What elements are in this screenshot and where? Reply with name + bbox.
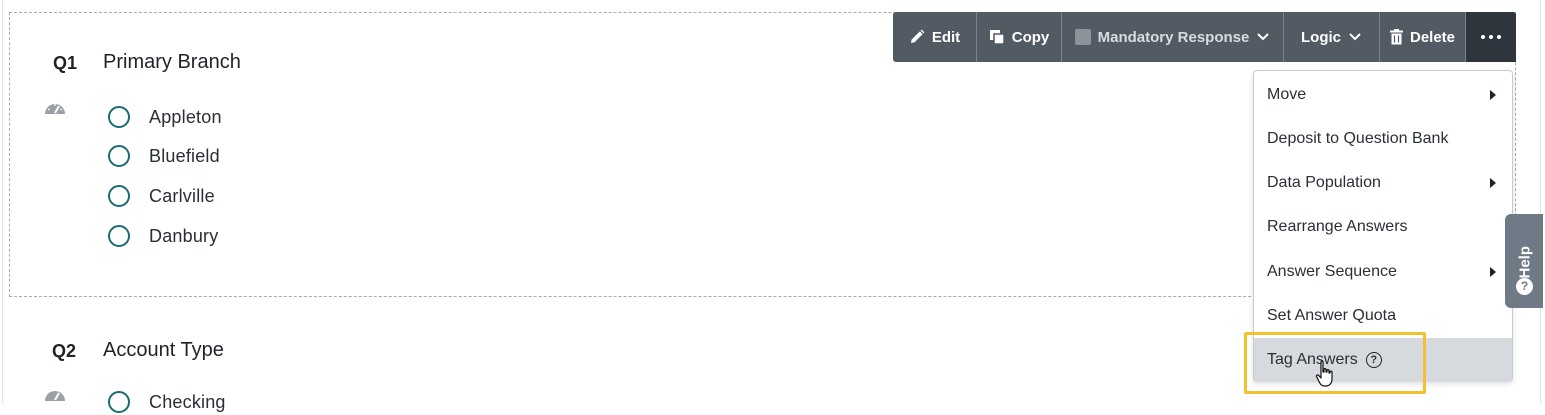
menu-item-label: Deposit to Question Bank: [1267, 130, 1449, 147]
logic-label: Logic: [1301, 28, 1341, 46]
page-left-border: [2, 0, 3, 404]
menu-item-rearrange-answers[interactable]: Rearrange Answers: [1254, 205, 1512, 249]
menu-item-label: Move: [1267, 86, 1307, 103]
question-icon: ?: [1516, 278, 1533, 295]
edit-button[interactable]: Edit: [893, 12, 977, 62]
gauge-icon[interactable]: [44, 388, 66, 402]
answer-option[interactable]: Bluefield: [108, 143, 220, 169]
radio-button[interactable]: [108, 185, 130, 207]
answer-label: Bluefield: [149, 145, 220, 166]
hand-cursor-icon: [1315, 360, 1333, 387]
edit-label: Edit: [931, 28, 961, 46]
menu-item-label: Tag Answers: [1267, 351, 1358, 368]
logic-dropdown[interactable]: Logic: [1284, 12, 1380, 62]
mandatory-checkbox[interactable]: [1074, 29, 1091, 45]
gauge-icon[interactable]: [44, 101, 66, 115]
menu-item-data-population[interactable]: Data Population: [1254, 161, 1512, 205]
radio-button[interactable]: [108, 145, 130, 167]
copy-label: Copy: [1011, 28, 1050, 46]
answer-label: Checking: [149, 391, 226, 412]
help-label: Help: [1516, 245, 1534, 279]
more-options-menu: Move Deposit to Question Bank Data Popul…: [1253, 70, 1513, 382]
page-right-border: [1540, 0, 1541, 404]
delete-label: Delete: [1409, 28, 1456, 46]
mandatory-label: Mandatory Response: [1097, 28, 1250, 46]
copy-button[interactable]: Copy: [977, 12, 1062, 62]
radio-button[interactable]: [108, 225, 130, 247]
help-tab[interactable]: Help ?: [1505, 214, 1543, 308]
mandatory-response-dropdown[interactable]: Mandatory Response: [1062, 12, 1284, 62]
menu-item-deposit-to-question-bank[interactable]: Deposit to Question Bank: [1254, 117, 1512, 161]
answer-option[interactable]: Appleton: [108, 104, 222, 130]
menu-item-label: Rearrange Answers: [1267, 218, 1408, 235]
radio-button[interactable]: [108, 106, 130, 128]
question-title[interactable]: Account Type: [103, 339, 224, 362]
question-number: Q1: [53, 53, 78, 73]
submenu-arrow-icon: [1490, 267, 1496, 277]
pencil-icon: [910, 29, 925, 43]
answer-label: Danbury: [149, 225, 219, 246]
answer-label: Carlville: [149, 185, 215, 206]
ellipsis-icon: [1481, 35, 1501, 39]
radio-button[interactable]: [108, 391, 130, 413]
menu-item-answer-sequence[interactable]: Answer Sequence: [1254, 250, 1512, 294]
answer-option[interactable]: Checking: [108, 389, 226, 415]
menu-item-label: Set Answer Quota: [1267, 307, 1396, 324]
answer-option[interactable]: Danbury: [108, 223, 218, 249]
chevron-down-icon: [1349, 33, 1361, 41]
submenu-arrow-icon: [1490, 178, 1496, 188]
answer-label: Appleton: [149, 106, 222, 127]
menu-item-label: Data Population: [1267, 174, 1381, 191]
question-number: Q2: [52, 341, 77, 361]
trash-icon: [1389, 29, 1403, 45]
menu-item-tag-answers[interactable]: Tag Answers ?: [1254, 338, 1512, 382]
question-toolbar: Edit Copy Mandatory Response Logic Delet…: [893, 12, 1516, 62]
menu-item-move[interactable]: Move: [1254, 73, 1512, 117]
delete-button[interactable]: Delete: [1380, 12, 1466, 62]
question-circle-icon[interactable]: ?: [1365, 352, 1382, 368]
submenu-arrow-icon: [1490, 90, 1496, 100]
chevron-down-icon: [1257, 33, 1270, 41]
answer-option[interactable]: Carlville: [108, 183, 215, 209]
menu-item-label: Answer Sequence: [1267, 263, 1397, 280]
question-title[interactable]: Primary Branch: [103, 51, 241, 74]
more-options-button[interactable]: [1466, 12, 1516, 62]
menu-item-set-answer-quota[interactable]: Set Answer Quota: [1254, 294, 1512, 338]
copy-icon: [989, 30, 1005, 45]
